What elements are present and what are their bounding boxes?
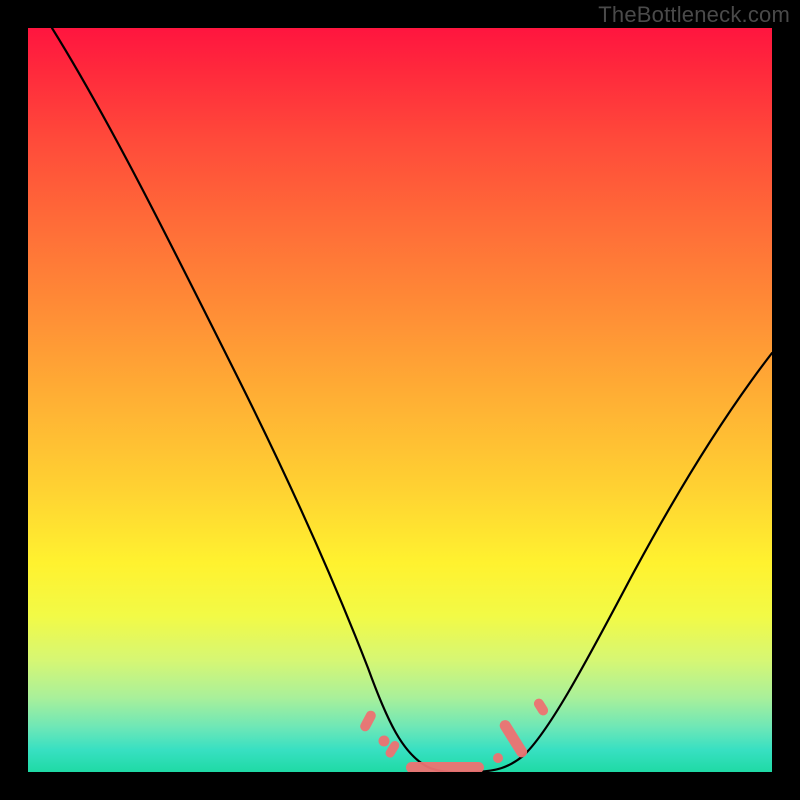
chart-frame <box>20 20 780 780</box>
chart-plot-area <box>28 28 772 772</box>
curve-markers <box>358 697 550 772</box>
bottleneck-curve <box>28 28 772 772</box>
curve-path <box>52 28 772 772</box>
watermark-text: TheBottleneck.com <box>598 2 790 28</box>
